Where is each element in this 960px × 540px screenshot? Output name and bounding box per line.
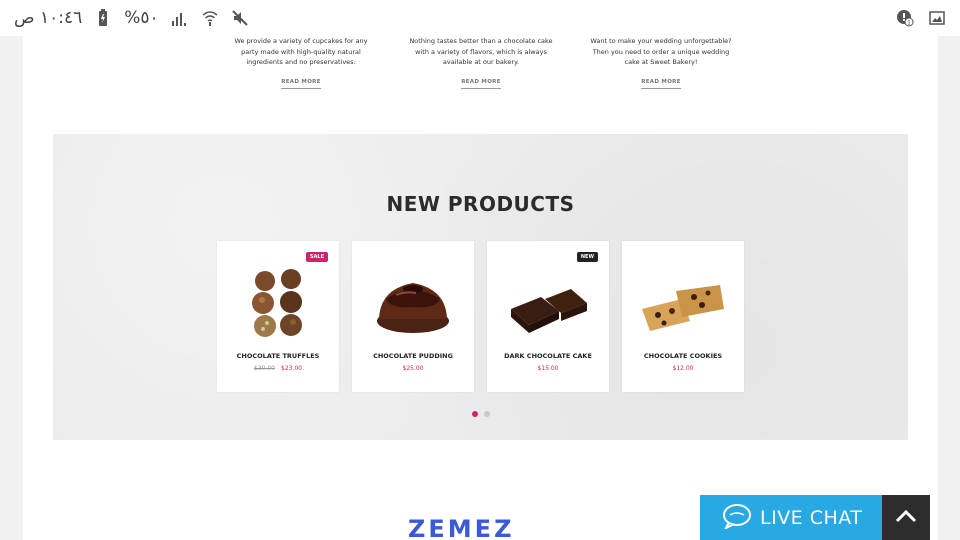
live-chat-label: LIVE CHAT: [760, 506, 863, 529]
slider-dot-active[interactable]: [471, 411, 478, 417]
price: $25.00: [402, 365, 424, 372]
product-price: $12.00: [622, 365, 744, 372]
image-icon: [928, 9, 946, 27]
pudding-image: [377, 283, 449, 333]
cookies-image: [642, 285, 724, 331]
read-more-link[interactable]: READ MORE: [281, 79, 321, 89]
slider-dots: [53, 411, 908, 417]
clock: ١٠:٤٦ ص: [14, 8, 83, 28]
product-price: $30.00 $23.00: [217, 365, 339, 372]
slider-dot[interactable]: [483, 411, 490, 417]
product-price: $15.00: [487, 365, 609, 372]
feature-wedding-cake: Want to make your wedding unforgettable?…: [586, 36, 736, 89]
product-name[interactable]: DARK CHOCOLATE CAKE: [487, 352, 609, 360]
read-more-link[interactable]: READ MORE: [461, 79, 501, 89]
svg-text:1: 1: [907, 20, 911, 27]
website-preview: We provide a variety of cupcakes for any…: [53, 36, 908, 440]
product-price: $25.00: [352, 365, 474, 372]
battery-percent: %٥٠: [124, 8, 159, 28]
product-card[interactable]: SALE CHOCOLATE TRUFFLES $30.00 $23.00: [217, 241, 339, 392]
chocolate-cake-image: [511, 289, 587, 333]
battery-icon: [94, 9, 112, 27]
chevron-up-icon: [895, 508, 917, 527]
feature-text: Nothing tastes better than a chocolate c…: [409, 37, 553, 66]
section-title: NEW PRODUCTS: [386, 192, 575, 216]
product-card[interactable]: CHOCOLATE COOKIES $12.00: [622, 241, 744, 392]
product-card[interactable]: NEW DARK CHOCOLATE CAKE $15.00: [487, 241, 609, 392]
status-bar-left: ١٠:٤٦ ص %٥٠: [14, 8, 249, 28]
scroll-to-top-button[interactable]: [882, 495, 930, 540]
price: $15.00: [537, 365, 559, 372]
features-row: We provide a variety of cupcakes for any…: [53, 36, 908, 134]
product-card[interactable]: CHOCOLATE PUDDING $25.00: [352, 241, 474, 392]
price: $23.00: [281, 365, 302, 372]
old-price: $30.00: [254, 365, 275, 372]
truffles-image: [252, 269, 302, 337]
price: $12.00: [672, 365, 694, 372]
page: ١٠:٤٦ ص %٥٠ 1 We provide a variety of cu…: [0, 0, 960, 540]
feature-text: We provide a variety of cupcakes for any…: [234, 37, 368, 66]
wifi-icon: [201, 9, 219, 27]
status-bar: ١٠:٤٦ ص %٥٠ 1: [0, 0, 960, 36]
product-name[interactable]: CHOCOLATE TRUFFLES: [217, 352, 339, 360]
zemez-logo: ZEMEZ: [408, 515, 515, 540]
mute-icon: [231, 9, 249, 27]
status-bar-right: 1: [896, 9, 946, 27]
product-name[interactable]: CHOCOLATE COOKIES: [622, 352, 744, 360]
read-more-link[interactable]: READ MORE: [641, 79, 681, 89]
notification-alert-icon: 1: [896, 9, 914, 27]
signal-icon: [171, 9, 189, 27]
feature-cupcakes: We provide a variety of cupcakes for any…: [226, 36, 376, 89]
feature-text: Want to make your wedding unforgettable?…: [590, 37, 732, 66]
live-chat-button[interactable]: LIVE CHAT: [700, 495, 882, 540]
chat-bubble-icon: [722, 503, 752, 533]
preview-frame: We provide a variety of cupcakes for any…: [23, 36, 938, 540]
product-name[interactable]: CHOCOLATE PUDDING: [352, 352, 474, 360]
new-products-section: NEW PRODUCTS SALE CHOCOLATE TRUFFLES $30…: [53, 134, 908, 440]
feature-chocolate-cake: Nothing tastes better than a chocolate c…: [406, 36, 556, 89]
